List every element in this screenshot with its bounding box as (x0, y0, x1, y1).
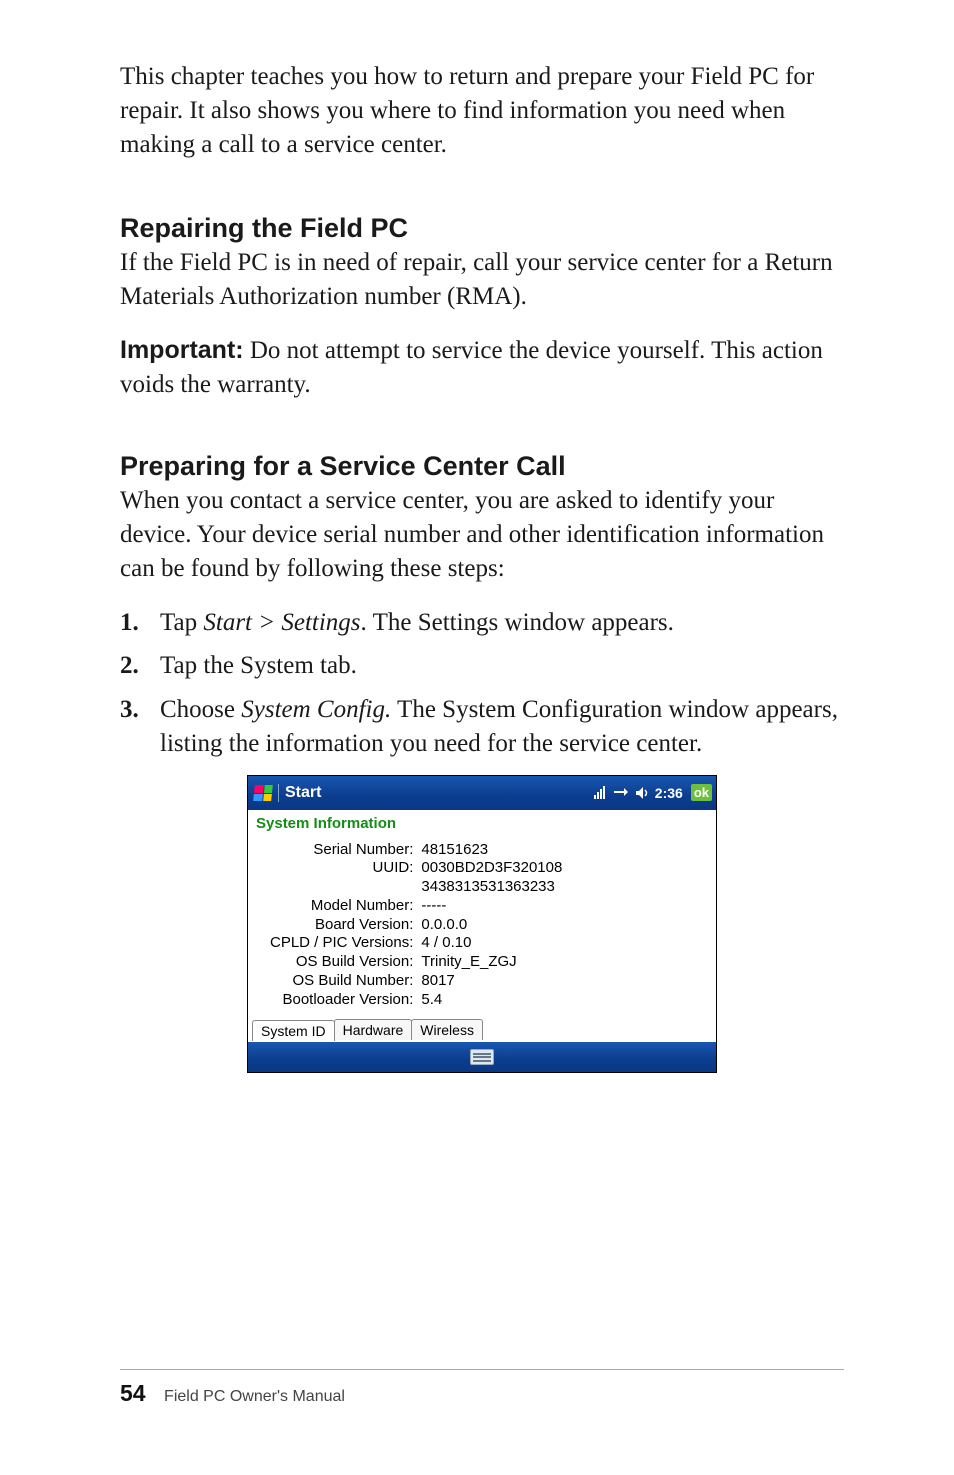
chapter-intro: This chapter teaches you how to return a… (120, 60, 844, 161)
serial-number-label: Serial Number: (266, 841, 417, 860)
signal-icon[interactable] (593, 786, 607, 800)
important-label: Important: (120, 336, 244, 364)
bootloader-version-label: Bootloader Version: (266, 991, 417, 1010)
step-1-pre: Tap (160, 609, 203, 636)
page-number: 54 (120, 1380, 146, 1406)
tab-strip: System ID Hardware Wireless (248, 1009, 716, 1040)
cpld-pic-value: 4 / 0.10 (417, 934, 566, 953)
step-3: Choose System Config. The System Configu… (120, 693, 844, 761)
step-2: Tap the System tab. (120, 649, 844, 683)
heading-repairing: Repairing the Field PC (120, 213, 844, 244)
steps-list: Tap Start > Settings. The Settings windo… (120, 606, 844, 761)
os-build-version-label: OS Build Version: (266, 953, 417, 972)
start-label[interactable]: Start (285, 784, 321, 802)
serial-number-value: 48151623 (417, 841, 566, 860)
os-build-number-label: OS Build Number: (266, 972, 417, 991)
status-icons[interactable]: 2:36 (593, 785, 683, 801)
page-footer: 54 Field PC Owner's Manual (120, 1369, 844, 1407)
model-number-label: Model Number: (266, 897, 417, 916)
sync-icon[interactable] (613, 786, 629, 800)
os-build-number-value: 8017 (417, 972, 566, 991)
step-1-post: . The Settings window appears. (361, 609, 674, 636)
tab-hardware[interactable]: Hardware (334, 1019, 413, 1040)
cpld-pic-label: CPLD / PIC Versions: (266, 934, 417, 953)
model-number-value: ----- (417, 897, 566, 916)
panel-body: Serial Number:48151623 UUID:0030BD2D3F32… (248, 839, 716, 1043)
heading-service-call: Preparing for a Service Center Call (120, 451, 844, 482)
system-info-table: Serial Number:48151623 UUID:0030BD2D3F32… (266, 841, 566, 1010)
wm-taskbar: Start 2:36 ok (248, 776, 716, 810)
important-note: Important: Do not attempt to service the… (120, 334, 844, 402)
board-version-value: 0.0.0.0 (417, 916, 566, 935)
windows-flag-icon[interactable] (253, 785, 273, 801)
tab-wireless[interactable]: Wireless (411, 1019, 483, 1040)
keyboard-icon[interactable] (470, 1049, 494, 1065)
panel-title: System Information (248, 810, 716, 839)
doc-title: Field PC Owner's Manual (164, 1388, 345, 1405)
uuid-value-2: 3438313531363233 (417, 878, 566, 897)
step-3-ital: System Config. (241, 696, 391, 723)
step-1: Tap Start > Settings. The Settings windo… (120, 606, 844, 640)
wm-bottom-bar (248, 1042, 716, 1072)
embedded-screenshot: Start 2:36 ok System Information Serial … (247, 775, 717, 1074)
tab-system-id[interactable]: System ID (252, 1020, 335, 1041)
bootloader-version-value: 5.4 (417, 991, 566, 1010)
repairing-body: If the Field PC is in need of repair, ca… (120, 246, 844, 314)
uuid-value-1: 0030BD2D3F320108 (417, 859, 566, 878)
step-1-ital: Start > Settings (203, 609, 360, 636)
step-3-pre: Choose (160, 696, 241, 723)
ok-button[interactable]: ok (691, 784, 712, 801)
os-build-version-value: Trinity_E_ZGJ (417, 953, 566, 972)
speaker-icon[interactable] (635, 786, 649, 800)
board-version-label: Board Version: (266, 916, 417, 935)
uuid-label: UUID: (266, 859, 417, 878)
clock-text[interactable]: 2:36 (655, 785, 683, 801)
service-call-body: When you contact a service center, you a… (120, 484, 844, 585)
